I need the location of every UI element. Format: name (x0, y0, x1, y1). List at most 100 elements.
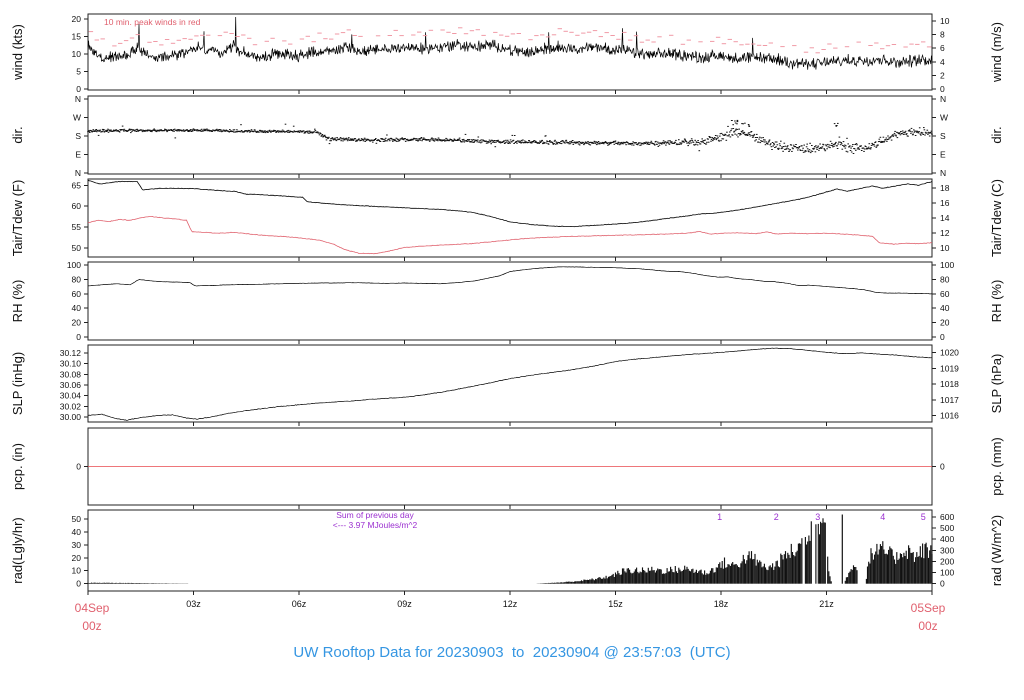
wind-dir-dot (762, 137, 764, 139)
wind-dir-dot (925, 132, 928, 134)
ylabel-left-temp: Tair/Tdew (F) (10, 180, 25, 257)
wind-dir-dot (363, 137, 366, 139)
wind-dir-dot (683, 138, 686, 140)
wind-dir-dot (420, 137, 423, 138)
wind-dir-dot (873, 143, 875, 145)
wind-dir-dot (910, 132, 912, 134)
wind-dir-dot (771, 149, 773, 150)
wind-dir-dot (841, 148, 844, 150)
ytick-label: 10 (940, 243, 950, 253)
xtick-label: 15z (608, 599, 623, 609)
wind-dir-dot (808, 151, 810, 153)
ytick-label: 4 (940, 57, 945, 67)
wind-dir-dot (782, 146, 785, 147)
wind-dir-dot (110, 129, 112, 131)
wind-dir-dot (555, 141, 558, 143)
ytick-label: 30.06 (60, 380, 82, 390)
wind-dir-dot (784, 145, 787, 147)
wind-dir-dot (769, 144, 771, 146)
rad-hour-marker: 5 (921, 512, 926, 522)
wind-dir-dot (863, 150, 865, 152)
ytick-label: 30.08 (60, 369, 82, 379)
ytick-label: 100 (67, 260, 81, 270)
wind-dir-dot (102, 130, 104, 132)
wind-dir-dot (817, 145, 820, 147)
wind-dir-dot (597, 141, 600, 142)
wind-dir-dot (250, 129, 253, 131)
wind-dir-dot (895, 135, 897, 137)
ytick-label: 12 (940, 228, 950, 238)
wind-dir-dot (582, 142, 585, 144)
tair-line (87, 179, 933, 228)
wind-dir-dot (372, 141, 374, 143)
wind-dir-dot (821, 147, 823, 149)
wind-dir-dot (689, 140, 692, 142)
ytick-label: 0 (76, 332, 81, 342)
wind-dir-dot (867, 146, 870, 148)
wind-dir-dot (734, 133, 736, 135)
wind-dir-dot (773, 144, 776, 146)
wind-dir-dot (123, 128, 126, 130)
panel-rh: 0 20 40 60 80 100 0 20 40 60 80 100 RH (%) RH (%) (10, 260, 1004, 344)
xend-label: 00z (918, 619, 937, 633)
wind-dir-dot (258, 131, 260, 133)
wind-dir-dot (220, 129, 222, 131)
wind-dir-dot (553, 140, 556, 142)
wind-dir-dot (264, 130, 266, 132)
wind-dir-dot (404, 140, 407, 142)
wind-dir-dot (798, 147, 800, 149)
wind-dir-dot (781, 146, 783, 148)
wind-dir-dot (530, 142, 533, 144)
wind-dir-dot (709, 136, 712, 138)
wind-dir-dot (433, 140, 436, 142)
wind-dir-dot (695, 143, 697, 145)
wind-dir-dot (593, 142, 595, 144)
wind-dir-dot (868, 143, 871, 145)
rad-hour-marker: 2 (774, 512, 779, 522)
wind-dir-dot (481, 141, 483, 143)
wind-dir-dot (914, 135, 917, 136)
ytick-label: 500 (940, 523, 954, 533)
wind-dir-dot (477, 139, 479, 141)
wind-dir-dot (728, 134, 730, 136)
wind-dir-dot (911, 131, 913, 133)
wind-dir-dot (648, 143, 651, 145)
wind-dir-dot (336, 137, 338, 139)
wind-dir-dot (663, 143, 665, 145)
wind-dir-dot (734, 122, 737, 124)
wind-dir-dot (808, 149, 811, 151)
wind-dir-dot (819, 143, 821, 145)
ytick-label: S (940, 131, 946, 141)
wind-dir-dot (918, 131, 920, 133)
ytick-label: 60 (72, 289, 82, 299)
ytick-label: 30.12 (60, 348, 82, 358)
wind-dir-dot (99, 129, 102, 131)
wind-dir-dot (801, 149, 804, 151)
ytick-label: 1016 (940, 411, 959, 421)
wind-dir-dot (869, 148, 872, 150)
ytick-label: 30.00 (60, 412, 82, 422)
wind-dir-dot (772, 145, 774, 147)
wind-dir-dot (506, 141, 508, 143)
wind-dir-dot (569, 143, 572, 145)
wind-dir-dot (342, 137, 345, 139)
wind-dir-dot (678, 139, 680, 141)
wind-dir-dot (383, 140, 386, 142)
ytick-label: 40 (72, 527, 82, 537)
wind-dir-dot (710, 140, 712, 142)
wind-dir-dot (191, 129, 194, 131)
wind-dir-dot (317, 131, 319, 133)
wind-dir-dot (335, 140, 338, 142)
wind-dir-dot (288, 131, 291, 133)
rad-sum-note-1: Sum of previous day (336, 510, 414, 520)
wind-dir-dot (580, 141, 582, 143)
wind-dir-dot (671, 141, 673, 143)
wind-dir-dot (330, 140, 332, 142)
wind-dir-dot (894, 130, 896, 132)
wind-dir-dot (375, 138, 377, 140)
wind-dir-dot (837, 143, 839, 145)
wind-dir-dot (791, 150, 793, 152)
wind-dir-dot (509, 142, 511, 144)
wind-dir-dot (631, 143, 634, 144)
wind-dir-dot (270, 131, 272, 133)
